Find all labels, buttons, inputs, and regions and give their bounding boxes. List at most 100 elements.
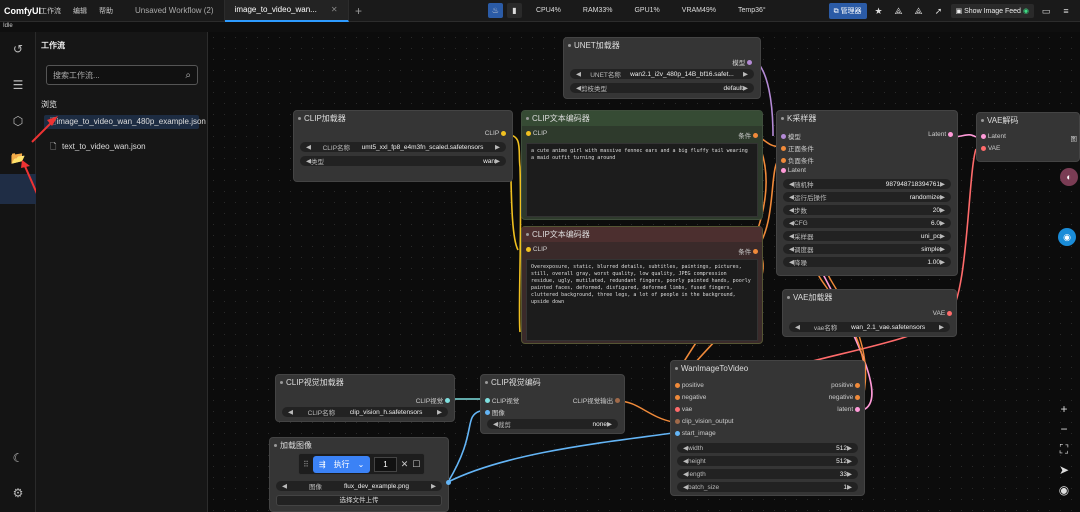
menu-icon[interactable]: ≡ [1058, 3, 1074, 19]
puzzle-icon[interactable]: ⟁ [891, 3, 907, 19]
right-arrow-icon[interactable]: ▶ [940, 206, 945, 214]
node-clip-loader[interactable]: CLIP加载器 CLIP ◀ CLIP名称 umt5_xxl_fp8_e4m3fn_… [293, 110, 513, 182]
seed-widget[interactable]: ◀ 随机种 987948718394761 ▶ [783, 179, 951, 189]
floating-avatar-icon[interactable]: ◐ [1060, 168, 1078, 186]
right-arrow-icon[interactable]: ▶ [495, 157, 500, 165]
sampler-widget[interactable]: ◀ 采样器 uni_pc ▶ [783, 231, 951, 241]
right-arrow-icon[interactable]: ▶ [847, 444, 852, 452]
right-arrow-icon[interactable]: ▶ [607, 420, 612, 428]
node-wan-image-to-video[interactable]: WanImageToVideo positive negative vae cl… [670, 360, 865, 496]
control-after-widget[interactable]: ◀ 运行后操作 randomize ▶ [783, 192, 951, 202]
output-model[interactable]: 模型 [732, 57, 752, 67]
image-feed-button[interactable]: ▣ Show Image Feed ◉ [950, 4, 1034, 18]
node-vae-loader[interactable]: VAE加载器 VAE ◀ vae名称 wan_2.1_vae.safetensors… [782, 289, 957, 337]
right-arrow-icon[interactable]: ▶ [939, 323, 944, 331]
tab-image-to-video[interactable]: image_to_video_wan... ✕ [224, 0, 349, 22]
cfg-widget[interactable]: ◀ CFG 6.0 ▶ [783, 218, 951, 228]
panel-icon[interactable]: ▭ [1038, 3, 1054, 19]
queue-icon[interactable]: ♨ [488, 3, 503, 18]
output-clip-vision-output[interactable]: CLIP视觉输出 [573, 395, 620, 405]
node-library-icon[interactable]: ⬡ [10, 113, 26, 129]
right-arrow-icon[interactable]: ▶ [940, 232, 945, 240]
output-clip[interactable]: CLIP [485, 130, 506, 137]
node-unet-loader[interactable]: UNET加载器 模型 ◀ UNET名称 wan2.1_i2v_480p_14B_bf… [563, 37, 761, 99]
zoom-in-icon[interactable]: + [1060, 402, 1067, 416]
translate-icon[interactable]: ⟁ [911, 3, 927, 19]
chevron-down-icon[interactable]: ⌄ [358, 460, 365, 469]
run-button[interactable]: ⇶ 执行 ⌄ [312, 455, 371, 473]
output-conditioning[interactable]: 条件 [738, 246, 758, 256]
right-arrow-icon[interactable]: ▶ [743, 84, 748, 92]
right-arrow-icon[interactable]: ▶ [847, 483, 852, 491]
image-file-widget[interactable]: ◀ 图像 flux_dev_example.png ▶ [276, 481, 442, 491]
manager-button[interactable]: ⧉ 管理器 [828, 3, 867, 19]
stop-icon[interactable]: ☐ [412, 459, 420, 470]
input-latent[interactable]: Latent [781, 167, 806, 174]
left-arrow-icon[interactable]: ◀ [795, 323, 800, 331]
input-negative[interactable]: negative [675, 394, 706, 401]
clip-name-widget[interactable]: ◀ CLIP名称 umt5_xxl_fp8_e4m3fn_scaled.safete… [300, 142, 506, 152]
left-arrow-icon[interactable]: ◀ [576, 70, 581, 78]
batch-size-widget[interactable]: ◀ batch_size 1 ▶ [677, 482, 858, 492]
input-start-image[interactable]: start_image [675, 430, 716, 437]
drag-handle-icon[interactable]: ⠿ [303, 460, 309, 469]
right-arrow-icon[interactable]: ▶ [940, 245, 945, 253]
batch-count-input[interactable]: 1 [374, 456, 397, 472]
menu-help[interactable]: 帮助 [99, 6, 113, 16]
length-widget[interactable]: ◀ length 33 ▶ [677, 469, 858, 479]
output-vae[interactable]: VAE [933, 310, 952, 317]
node-clip-vision-loader[interactable]: CLIP视觉加载器 CLIP视觉 ◀ CLIP名称 clip_vision_h.sa… [275, 374, 455, 422]
toggle-visibility-icon[interactable]: ◉ [1059, 483, 1069, 497]
right-arrow-icon[interactable]: ▶ [743, 70, 748, 78]
width-widget[interactable]: ◀ width 512 ▶ [677, 443, 858, 453]
input-positive[interactable]: 正面条件 [781, 143, 814, 153]
output-latent[interactable]: Latent [928, 131, 953, 138]
output-latent[interactable]: latent [837, 406, 860, 413]
chat-assistant-icon[interactable]: ◉ [1058, 228, 1076, 246]
node-ksampler[interactable]: K采样器 模型 正面条件 负面条件 Latent Latent ◀ 随机种 9879… [776, 110, 958, 276]
input-negative[interactable]: 负面条件 [781, 155, 814, 165]
node-clip-text-negative[interactable]: CLIP文本编码器 CLIP 条件 Overexposure, static, … [521, 226, 763, 344]
right-arrow-icon[interactable]: ▶ [940, 219, 945, 227]
node-clip-vision-encode[interactable]: CLIP视觉编码 CLIP视觉 图像 CLIP视觉输出 ◀ 裁剪 none ▶ [480, 374, 625, 434]
right-arrow-icon[interactable]: ▶ [940, 193, 945, 201]
star-icon[interactable]: ★ [871, 3, 887, 19]
close-icon[interactable]: ✕ [331, 5, 338, 14]
output-image[interactable]: 图 [1071, 133, 1078, 143]
input-vae[interactable]: vae [675, 406, 692, 413]
right-arrow-icon[interactable]: ▶ [495, 143, 500, 151]
output-conditioning[interactable]: 条件 [738, 130, 758, 140]
unet-name-widget[interactable]: ◀ UNET名称 wan2.1_i2v_480p_14B_bf16.safet...… [570, 69, 754, 79]
fit-view-icon[interactable]: ⛶ [1060, 442, 1068, 457]
right-arrow-icon[interactable]: ▶ [847, 457, 852, 465]
denoise-widget[interactable]: ◀ 降噪 1.00 ▶ [783, 257, 951, 267]
zoom-out-icon[interactable]: − [1060, 422, 1067, 436]
input-vae[interactable]: VAE [981, 145, 1000, 152]
select-mode-icon[interactable]: ➤ [1059, 463, 1069, 477]
output-negative[interactable]: negative [829, 394, 860, 401]
share-icon[interactable]: ➚ [931, 3, 947, 19]
scheduler-widget[interactable]: ◀ 调度器 simple ▶ [783, 244, 951, 254]
node-clip-text-positive[interactable]: CLIP文本编码器 CLIP 条件 a cute anime girl with… [521, 110, 763, 220]
output-positive[interactable]: positive [831, 382, 860, 389]
input-clip[interactable]: CLIP [526, 130, 547, 137]
left-arrow-icon[interactable]: ◀ [282, 482, 287, 490]
dtype-widget[interactable]: ◀ 剪枝类型 default ▶ [570, 83, 754, 93]
menu-workflow[interactable]: 工作流 [40, 6, 61, 16]
input-positive[interactable]: positive [675, 382, 704, 389]
app-logo[interactable]: ComfyUI [4, 6, 41, 16]
right-arrow-icon[interactable]: ▶ [940, 180, 945, 188]
prompt-textarea[interactable]: a cute anime girl with massive fennec ea… [526, 143, 758, 217]
menu-edit[interactable]: 编辑 [73, 6, 87, 16]
right-arrow-icon[interactable]: ▶ [431, 482, 436, 490]
input-clip[interactable]: CLIP [526, 246, 547, 253]
left-arrow-icon[interactable]: ◀ [306, 143, 311, 151]
input-clip-vision-output[interactable]: clip_vision_output [675, 418, 734, 425]
right-arrow-icon[interactable]: ▶ [940, 258, 945, 266]
right-arrow-icon[interactable]: ▶ [847, 470, 852, 478]
crop-widget[interactable]: ◀ 裁剪 none ▶ [487, 419, 618, 429]
node-vae-decode[interactable]: VAE解码 Latent VAE 图 [976, 112, 1080, 162]
node-canvas[interactable]: UNET加载器 模型 ◀ UNET名称 wan2.1_i2v_480p_14B_bf… [208, 32, 1080, 512]
workflow-search-input[interactable]: 搜索工作流... ⌕ [46, 65, 198, 85]
output-image[interactable] [446, 480, 451, 485]
